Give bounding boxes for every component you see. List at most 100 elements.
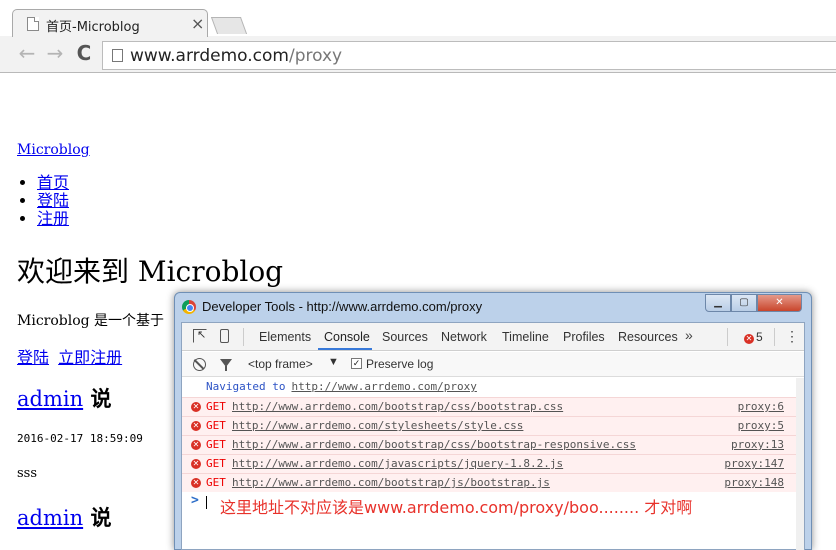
says-label: 说 <box>90 505 112 530</box>
reload-icon[interactable]: C <box>73 42 95 64</box>
device-mode-icon[interactable] <box>220 329 229 343</box>
source-location-link[interactable]: proxy:5 <box>738 417 784 435</box>
page-icon <box>112 49 123 62</box>
navigated-text: Navigated to http://www.arrdemo.com/proxy <box>206 378 477 396</box>
error-icon: ✕ <box>191 478 201 488</box>
tab-resources[interactable]: Resources <box>618 330 678 344</box>
maximize-button[interactable]: ▢ <box>731 294 757 312</box>
browser-chrome: 首页-Microblog × ← → C www.arrdemo.com/pro… <box>0 0 836 73</box>
tab-close-icon[interactable]: × <box>191 14 204 33</box>
url-host: www.arrdemo.com <box>130 46 289 66</box>
error-icon: ✕ <box>191 402 201 412</box>
error-icon: ✕ <box>191 421 201 431</box>
nav-link-home[interactable]: 首页 <box>37 173 69 192</box>
request-method: GET <box>206 476 226 489</box>
error-icon: ✕ <box>744 334 754 344</box>
chrome-logo-icon <box>182 300 196 314</box>
console-error-row: ✕ GET http://www.arrdemo.com/bootstrap/c… <box>182 435 804 454</box>
error-count-badge[interactable]: ✕ 5 <box>744 330 763 344</box>
request-method: GET <box>206 438 226 451</box>
text-cursor <box>206 496 207 509</box>
source-location-link[interactable]: proxy:148 <box>724 474 784 492</box>
error-url-link[interactable]: http://www.arrdemo.com/bootstrap/css/boo… <box>232 398 563 416</box>
author-link[interactable]: admin <box>17 387 83 411</box>
toolbar-divider <box>774 328 775 346</box>
browser-tab[interactable]: 首页-Microblog × <box>12 9 208 37</box>
more-tabs-icon[interactable]: » <box>685 327 693 343</box>
tab-strip: 首页-Microblog × <box>0 0 836 37</box>
error-url-link[interactable]: http://www.arrdemo.com/stylesheets/style… <box>232 417 523 435</box>
says-label: 说 <box>90 386 112 411</box>
frame-selector[interactable]: <top frame> <box>248 357 313 371</box>
nav-link-register[interactable]: 注册 <box>37 209 69 228</box>
source-location-link[interactable]: proxy:6 <box>738 398 784 416</box>
prompt-caret-icon: > <box>191 493 199 508</box>
annotation-text: 这里地址不对应该是www.arrdemo.com/proxy/boo......… <box>220 498 693 517</box>
console-scrollbar[interactable] <box>796 378 804 550</box>
source-location-link[interactable]: proxy:13 <box>731 436 784 454</box>
post-content: sss <box>17 466 38 481</box>
tab-profiles[interactable]: Profiles <box>563 330 605 344</box>
page-favicon-icon <box>27 17 39 31</box>
inspect-element-icon[interactable] <box>193 328 207 343</box>
error-url-link[interactable]: http://www.arrdemo.com/bootstrap/js/boot… <box>232 474 550 492</box>
filter-icon[interactable] <box>220 359 232 371</box>
brand-link[interactable]: Microblog <box>17 142 90 158</box>
page-description: Microblog 是一个基于 <box>17 313 165 329</box>
preserve-log-label: Preserve log <box>366 357 434 371</box>
error-icon: ✕ <box>191 459 201 469</box>
toolbar-divider <box>727 328 728 346</box>
register-link[interactable]: 立即注册 <box>58 348 122 367</box>
toolbar-divider <box>243 328 244 346</box>
nav-item-home: 首页 <box>37 174 69 192</box>
devtools-title: Developer Tools - http://www.arrdemo.com… <box>202 299 483 314</box>
close-window-button[interactable]: ✕ <box>757 294 802 312</box>
tab-timeline[interactable]: Timeline <box>502 330 549 344</box>
more-options-icon[interactable]: ⋮ <box>785 328 799 345</box>
source-location-link[interactable]: proxy:147 <box>724 455 784 473</box>
navigated-label: Navigated to <box>206 380 286 393</box>
error-icon: ✕ <box>191 440 201 450</box>
back-arrow-icon[interactable]: ← <box>16 42 38 64</box>
preserve-log-checkbox[interactable]: ✓ <box>351 358 362 369</box>
auth-links: 登陆 立即注册 <box>17 344 126 368</box>
request-method: GET <box>206 419 226 432</box>
request-method: GET <box>206 457 226 470</box>
author-link[interactable]: admin <box>17 506 83 530</box>
nav-item-register: 注册 <box>37 210 69 228</box>
new-tab-button[interactable] <box>210 17 248 34</box>
address-bar[interactable]: www.arrdemo.com/proxy <box>102 41 836 70</box>
console-error-row: ✕ GET http://www.arrdemo.com/javascripts… <box>182 454 804 473</box>
minimize-button[interactable]: ▁ <box>705 294 731 312</box>
devtools-panel: Elements Console Sources Network Timelin… <box>181 322 805 550</box>
address-url: www.arrdemo.com/proxy <box>130 46 342 66</box>
devtools-titlebar[interactable]: Developer Tools - http://www.arrdemo.com… <box>175 293 811 321</box>
devtools-window: Developer Tools - http://www.arrdemo.com… <box>174 292 812 550</box>
post-author-heading: admin 说 <box>17 502 111 532</box>
active-tab-indicator <box>318 348 372 350</box>
url-path: /proxy <box>288 46 343 66</box>
tab-elements[interactable]: Elements <box>259 330 311 344</box>
nav-item-login: 登陆 <box>37 192 69 210</box>
clear-console-icon[interactable] <box>193 358 206 371</box>
console-navigated-message: Navigated to http://www.arrdemo.com/proxy <box>182 378 804 397</box>
frame-dropdown-arrow-icon[interactable]: ▼ <box>328 356 339 368</box>
tab-network[interactable]: Network <box>441 330 487 344</box>
browser-toolbar: ← → C www.arrdemo.com/proxy <box>0 37 836 73</box>
nav-link-login[interactable]: 登陆 <box>37 191 69 210</box>
navigated-url-link[interactable]: http://www.arrdemo.com/proxy <box>291 380 476 393</box>
tab-console[interactable]: Console <box>324 330 370 344</box>
console-error-row: ✕ GET http://www.arrdemo.com/stylesheets… <box>182 416 804 435</box>
nav-list: 首页 登陆 注册 <box>37 174 69 228</box>
post-author-heading: admin 说 <box>17 383 111 413</box>
console-prompt[interactable]: > 这里地址不对应该是www.arrdemo.com/proxy/boo....… <box>182 493 804 523</box>
console-output: Navigated to http://www.arrdemo.com/proxy… <box>182 378 804 550</box>
tab-sources[interactable]: Sources <box>382 330 428 344</box>
login-link[interactable]: 登陆 <box>17 348 49 367</box>
error-url-link[interactable]: http://www.arrdemo.com/javascripts/jquer… <box>232 455 563 473</box>
post-timestamp: 2016-02-17 18:59:09 <box>17 432 143 445</box>
tab-title: 首页-Microblog <box>46 20 140 35</box>
error-url-link[interactable]: http://www.arrdemo.com/bootstrap/css/boo… <box>232 436 636 454</box>
forward-arrow-icon[interactable]: → <box>44 42 66 64</box>
console-filter-bar: <top frame> ▼ ✓ Preserve log <box>182 352 804 377</box>
